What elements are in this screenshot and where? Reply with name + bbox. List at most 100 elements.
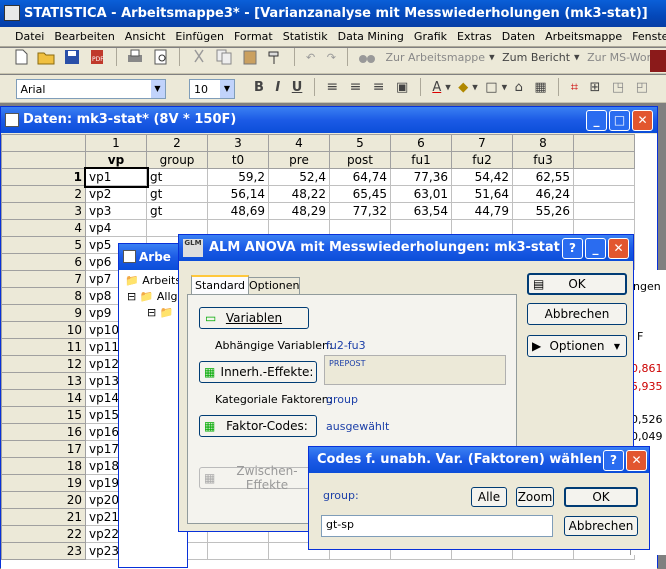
row-header[interactable]: 16 xyxy=(1,423,86,441)
menu-item[interactable]: Statistik xyxy=(278,30,333,43)
row-header[interactable]: 18 xyxy=(1,457,86,475)
row-header[interactable]: 23 xyxy=(1,542,86,560)
row-header[interactable]: 7 xyxy=(1,270,86,288)
grid-icon[interactable]: ▦ xyxy=(534,80,546,95)
merge-icon[interactable]: ▣ xyxy=(396,80,408,95)
tree-root[interactable]: 📁 Arbeits xyxy=(125,274,181,287)
column-number[interactable]: 8 xyxy=(512,134,574,152)
ok-button[interactable]: OK xyxy=(564,487,638,507)
row-header[interactable]: 14 xyxy=(1,389,86,407)
font-size-select[interactable]: 10 ▼ xyxy=(189,79,235,99)
group-codes-input[interactable]: gt-sp xyxy=(321,515,553,537)
menu-item[interactable]: Grafik xyxy=(409,30,452,43)
align-right-icon[interactable]: ≡ xyxy=(373,79,385,95)
column-header[interactable]: fu1 xyxy=(390,151,452,169)
close-button[interactable]: ✕ xyxy=(626,450,647,471)
table-cell[interactable] xyxy=(573,168,635,186)
cut-icon[interactable] xyxy=(190,48,208,66)
fill-color-icon[interactable]: ◆ xyxy=(458,80,468,95)
row-header[interactable]: 20 xyxy=(1,491,86,509)
tag-icon[interactable]: ⌂ xyxy=(515,80,523,95)
column-header[interactable]: fu3 xyxy=(512,151,574,169)
table-cell[interactable]: 59,2 xyxy=(207,168,269,186)
paste-icon[interactable] xyxy=(241,48,259,66)
table-cell[interactable]: 64,74 xyxy=(329,168,391,186)
table-cell[interactable]: 77,32 xyxy=(329,202,391,220)
innerh-effekte-button[interactable]: ▦ Innerh.-Effekte: xyxy=(199,361,317,383)
close-button[interactable]: ✕ xyxy=(608,238,629,259)
new-file-icon[interactable] xyxy=(12,48,30,66)
chart-icon[interactable]: ◰ xyxy=(636,80,648,95)
column-header[interactable]: post xyxy=(329,151,391,169)
font-color-icon[interactable]: A xyxy=(432,80,441,95)
row-header[interactable]: 9 xyxy=(1,304,86,322)
tree-child[interactable]: ⊟ 📁 Allg xyxy=(127,290,178,303)
table-cell[interactable]: 56,14 xyxy=(207,185,269,203)
table-row[interactable]: 3 vp3 gt 48,69 48,29 77,32 63,54 44,79 55,26 xyxy=(1,202,635,220)
minimize-button[interactable]: _ xyxy=(586,110,607,131)
table-cell[interactable]: 52,4 xyxy=(268,168,330,186)
column-header[interactable]: vp xyxy=(85,151,147,169)
table-cell[interactable]: gt xyxy=(146,168,208,186)
menu-item[interactable]: Datei xyxy=(0,30,49,43)
menu-item[interactable]: Arbeitsmappe xyxy=(540,30,627,43)
menu-item[interactable]: Ansicht xyxy=(120,30,171,43)
border-icon[interactable]: □ xyxy=(485,80,497,95)
underline-icon[interactable]: U xyxy=(292,80,303,95)
table-cell[interactable] xyxy=(207,542,269,560)
font-select[interactable]: Arial ▼ xyxy=(15,79,166,99)
maximize-button[interactable]: □ xyxy=(609,110,630,131)
zoom-button[interactable]: Zoom xyxy=(516,487,554,507)
table-cell[interactable]: 51,64 xyxy=(451,185,513,203)
graph-icon[interactable]: ◳ xyxy=(612,80,624,95)
close-button[interactable]: ✕ xyxy=(632,110,653,131)
row-header[interactable]: 11 xyxy=(1,338,86,356)
column-header[interactable]: group xyxy=(146,151,208,169)
help-button[interactable]: ? xyxy=(562,238,583,259)
marker-icon[interactable]: ⌗ xyxy=(571,80,578,95)
table-cell[interactable]: 48,22 xyxy=(268,185,330,203)
column-number[interactable]: 3 xyxy=(207,134,269,152)
table-row[interactable]: 1 vp1 gt 59,2 52,4 64,74 77,36 54,42 62,55 xyxy=(1,166,635,188)
save-icon[interactable] xyxy=(63,48,81,66)
row-header[interactable]: 8 xyxy=(1,287,86,305)
column-number[interactable]: 5 xyxy=(329,134,391,152)
row-header[interactable]: 13 xyxy=(1,372,86,390)
table-row[interactable]: 2 vp2 gt 56,14 48,22 65,45 63,01 51,64 46,24 xyxy=(1,185,635,203)
bold-icon[interactable]: B xyxy=(254,80,264,95)
zoom-icon[interactable]: ⊞ xyxy=(590,80,601,95)
row-header[interactable]: 12 xyxy=(1,355,86,373)
table-cell[interactable]: 62,55 xyxy=(512,168,574,186)
table-cell[interactable]: 63,54 xyxy=(390,202,452,220)
column-number[interactable]: 7 xyxy=(451,134,513,152)
table-cell[interactable]: 65,45 xyxy=(329,185,391,203)
zwischen-effekte-button[interactable]: ▦ Zwischen-Effekte xyxy=(199,464,317,492)
print-icon[interactable] xyxy=(126,48,144,66)
table-cell[interactable]: 44,79 xyxy=(451,202,513,220)
ok-button[interactable]: ▤ OK xyxy=(527,273,627,295)
column-header[interactable]: pre xyxy=(268,151,330,169)
redo-icon[interactable]: ↷ xyxy=(327,51,336,64)
row-header[interactable]: 4 xyxy=(1,219,86,237)
row-header[interactable]: 21 xyxy=(1,508,86,526)
row-header[interactable]: 6 xyxy=(1,253,86,271)
table-cell[interactable]: 46,24 xyxy=(512,185,574,203)
column-number[interactable]: 2 xyxy=(146,134,208,152)
pdf-icon[interactable]: PDF xyxy=(88,48,106,66)
help-button[interactable]: ? xyxy=(603,450,624,471)
cancel-button[interactable]: Abbrechen xyxy=(527,303,627,325)
corner-cell[interactable] xyxy=(1,134,86,152)
print-preview-icon[interactable] xyxy=(152,48,170,66)
alle-button[interactable]: Alle xyxy=(471,487,507,507)
row-header[interactable]: 5 xyxy=(1,236,86,254)
toolbar-overflow-icon[interactable] xyxy=(650,50,666,72)
faktor-codes-button[interactable]: ▦ Faktor-Codes: xyxy=(199,415,317,437)
tree-grandchild[interactable]: ⊟ 📁 xyxy=(147,306,173,319)
table-cell[interactable]: 63,01 xyxy=(390,185,452,203)
tab-standard[interactable]: Standard xyxy=(191,275,249,295)
table-cell[interactable]: vp4 xyxy=(85,219,147,237)
copy-icon[interactable] xyxy=(215,48,233,66)
row-header[interactable]: 15 xyxy=(1,406,86,424)
table-cell[interactable]: 77,36 xyxy=(390,168,452,186)
row-header[interactable]: 1 xyxy=(1,168,86,186)
